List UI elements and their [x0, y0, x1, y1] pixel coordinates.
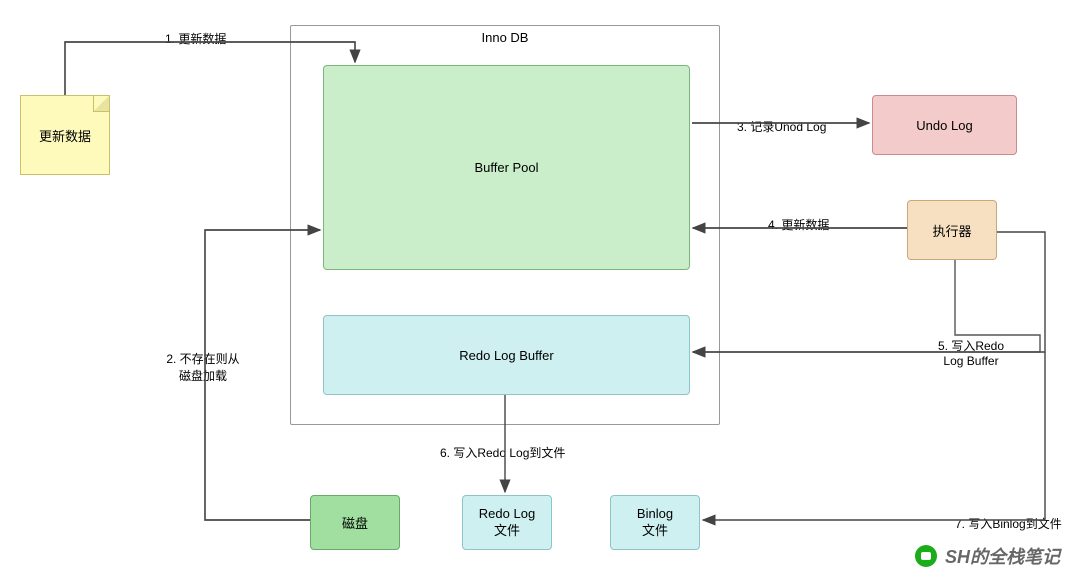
edge-2-label: 2. 不存在则从 磁盘加载 — [158, 350, 248, 384]
buffer-pool-box: Buffer Pool — [323, 65, 690, 270]
redo-log-buffer-box: Redo Log Buffer — [323, 315, 690, 395]
disk-box: 磁盘 — [310, 495, 400, 550]
innodb-label: Inno DB — [482, 30, 529, 45]
edge-5-label: 5. 写入Redo Log Buffer — [926, 337, 1016, 368]
disk-label: 磁盘 — [342, 513, 368, 532]
redo-log-buffer-label: Redo Log Buffer — [459, 348, 553, 363]
undo-log-label: Undo Log — [916, 118, 972, 133]
edge-1-label: 1. 更新数据 — [165, 30, 226, 47]
edge-4-label: 4. 更新数据 — [768, 216, 829, 233]
edge-7-label: 7. 写入Binlog到文件 — [955, 515, 1062, 532]
innodb-flow-diagram: 更新数据 Inno DB Buffer Pool Redo Log Buffer… — [0, 0, 1080, 577]
redo-log-file-label: Redo Log 文件 — [479, 506, 535, 540]
arrow-7 — [703, 352, 1045, 520]
update-data-note: 更新数据 — [20, 95, 110, 175]
undo-log-box: Undo Log — [872, 95, 1017, 155]
binlog-box: Binlog 文件 — [610, 495, 700, 550]
watermark: SH的全栈笔记 — [915, 543, 1060, 569]
edge-6-label: 6. 写入Redo Log到文件 — [440, 444, 565, 461]
executor-box: 执行器 — [907, 200, 997, 260]
executor-label: 执行器 — [932, 221, 971, 240]
edge-3-label: 3. 记录Unod Log — [737, 118, 826, 135]
note-label: 更新数据 — [39, 126, 91, 145]
wechat-icon — [915, 545, 937, 567]
buffer-pool-label: Buffer Pool — [474, 160, 538, 175]
watermark-text: SH的全栈笔记 — [945, 543, 1060, 569]
binlog-label: Binlog 文件 — [637, 506, 673, 540]
redo-log-file-box: Redo Log 文件 — [462, 495, 552, 550]
